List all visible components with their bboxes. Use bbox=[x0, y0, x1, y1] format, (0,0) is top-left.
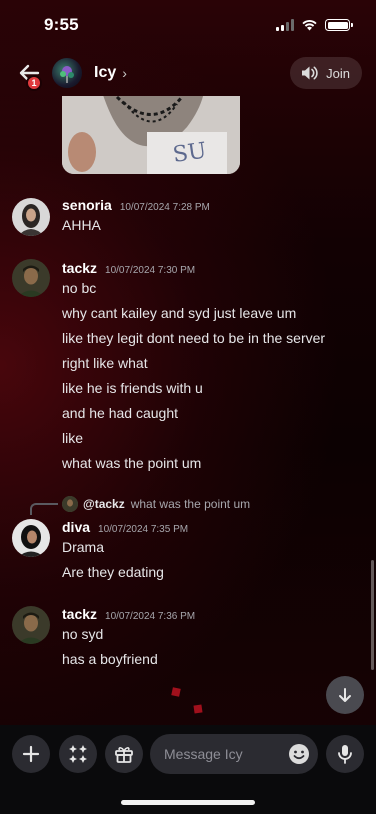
decoration-shape bbox=[193, 704, 203, 714]
timestamp: 10/07/2024 7:36 PM bbox=[105, 611, 196, 622]
user-avatar-tackz bbox=[12, 259, 50, 297]
gift-button[interactable] bbox=[105, 735, 143, 773]
reply-reference[interactable]: @tackz what was the point um bbox=[30, 493, 250, 515]
message-text: why cant kailey and syd just leave um bbox=[62, 305, 297, 321]
reply-connector bbox=[30, 503, 58, 515]
message-text: Are they edating bbox=[62, 564, 164, 580]
plus-icon bbox=[22, 745, 40, 763]
voice-message-button[interactable] bbox=[326, 735, 364, 773]
message-text: AHHA bbox=[62, 217, 101, 233]
apps-sparkle-icon bbox=[69, 745, 87, 763]
user-avatar-diva bbox=[12, 519, 50, 557]
svg-text:SU: SU bbox=[171, 139, 208, 168]
message-meta: tackz 10/07/2024 7:30 PM bbox=[62, 260, 195, 276]
add-attachment-button[interactable] bbox=[12, 735, 50, 773]
user-avatar-senoria bbox=[12, 198, 50, 236]
arrow-down-icon bbox=[339, 688, 351, 702]
reply-avatar bbox=[62, 496, 78, 512]
cellular-signal-icon bbox=[276, 19, 294, 31]
apps-button[interactable] bbox=[59, 735, 97, 773]
status-icons bbox=[276, 19, 353, 31]
message-meta: senoria 10/07/2024 7:28 PM bbox=[62, 197, 210, 213]
gift-icon bbox=[115, 747, 133, 763]
flower-avatar-icon bbox=[60, 66, 74, 83]
message-text: like they legit dont need to be in the s… bbox=[62, 330, 326, 346]
username[interactable]: diva bbox=[62, 519, 90, 535]
avatar[interactable] bbox=[12, 519, 50, 557]
message-meta: tackz 10/07/2024 7:36 PM bbox=[62, 606, 195, 622]
username[interactable]: tackz bbox=[62, 606, 97, 622]
message-input-container bbox=[150, 734, 318, 774]
channel-header: 1 Icy › Join bbox=[0, 50, 376, 96]
join-call-button[interactable]: Join bbox=[290, 57, 362, 89]
back-button[interactable]: 1 bbox=[14, 58, 44, 91]
message-text: like he is friends with u bbox=[62, 380, 203, 396]
message-list[interactable]: SU senoria 10/07/2024 7:28 PM AHHA tackz… bbox=[0, 96, 376, 725]
emoji-smile-icon bbox=[289, 744, 309, 764]
home-indicator[interactable] bbox=[121, 800, 255, 805]
username[interactable]: tackz bbox=[62, 260, 97, 276]
message-text: no syd bbox=[62, 626, 104, 642]
emoji-button[interactable] bbox=[288, 743, 310, 765]
message-text: what was the point um bbox=[62, 455, 202, 471]
jump-to-present-button[interactable] bbox=[326, 676, 364, 714]
battery-icon bbox=[325, 19, 353, 31]
channel-avatar[interactable] bbox=[52, 58, 82, 88]
avatar[interactable] bbox=[12, 259, 50, 297]
message-meta: diva 10/07/2024 7:35 PM bbox=[62, 519, 188, 535]
message-text: has a boyfriend bbox=[62, 651, 158, 667]
timestamp: 10/07/2024 7:30 PM bbox=[105, 265, 196, 276]
user-avatar-tackz bbox=[12, 606, 50, 644]
reply-username[interactable]: @tackz bbox=[83, 497, 125, 511]
reply-snippet: what was the point um bbox=[130, 497, 251, 511]
microphone-icon bbox=[338, 745, 352, 764]
avatar[interactable] bbox=[12, 606, 50, 644]
message-text: and he had caught bbox=[62, 405, 178, 421]
reply-avatar-tackz bbox=[62, 496, 78, 512]
photo-thumbnail: SU bbox=[62, 96, 240, 174]
message-text: like bbox=[62, 430, 84, 446]
speaker-icon bbox=[302, 66, 318, 80]
status-bar: 9:55 bbox=[0, 0, 376, 50]
message-text: no bc bbox=[62, 280, 97, 296]
chevron-right-icon[interactable]: › bbox=[122, 65, 127, 81]
chat-scrollbar[interactable] bbox=[371, 560, 374, 670]
join-label: Join bbox=[326, 65, 350, 81]
wifi-icon bbox=[302, 20, 317, 31]
timestamp: 10/07/2024 7:28 PM bbox=[119, 202, 210, 213]
timestamp: 10/07/2024 7:35 PM bbox=[98, 524, 189, 535]
image-attachment[interactable]: SU bbox=[62, 96, 240, 174]
status-time: 9:55 bbox=[44, 15, 79, 34]
message-text: Drama bbox=[62, 539, 105, 555]
message-input[interactable] bbox=[164, 746, 288, 762]
decoration-shape bbox=[171, 687, 181, 697]
message-text: right like what bbox=[62, 355, 148, 371]
unread-badge: 1 bbox=[26, 75, 42, 91]
avatar[interactable] bbox=[12, 198, 50, 236]
username[interactable]: senoria bbox=[62, 197, 112, 213]
channel-title[interactable]: Icy bbox=[94, 64, 116, 82]
